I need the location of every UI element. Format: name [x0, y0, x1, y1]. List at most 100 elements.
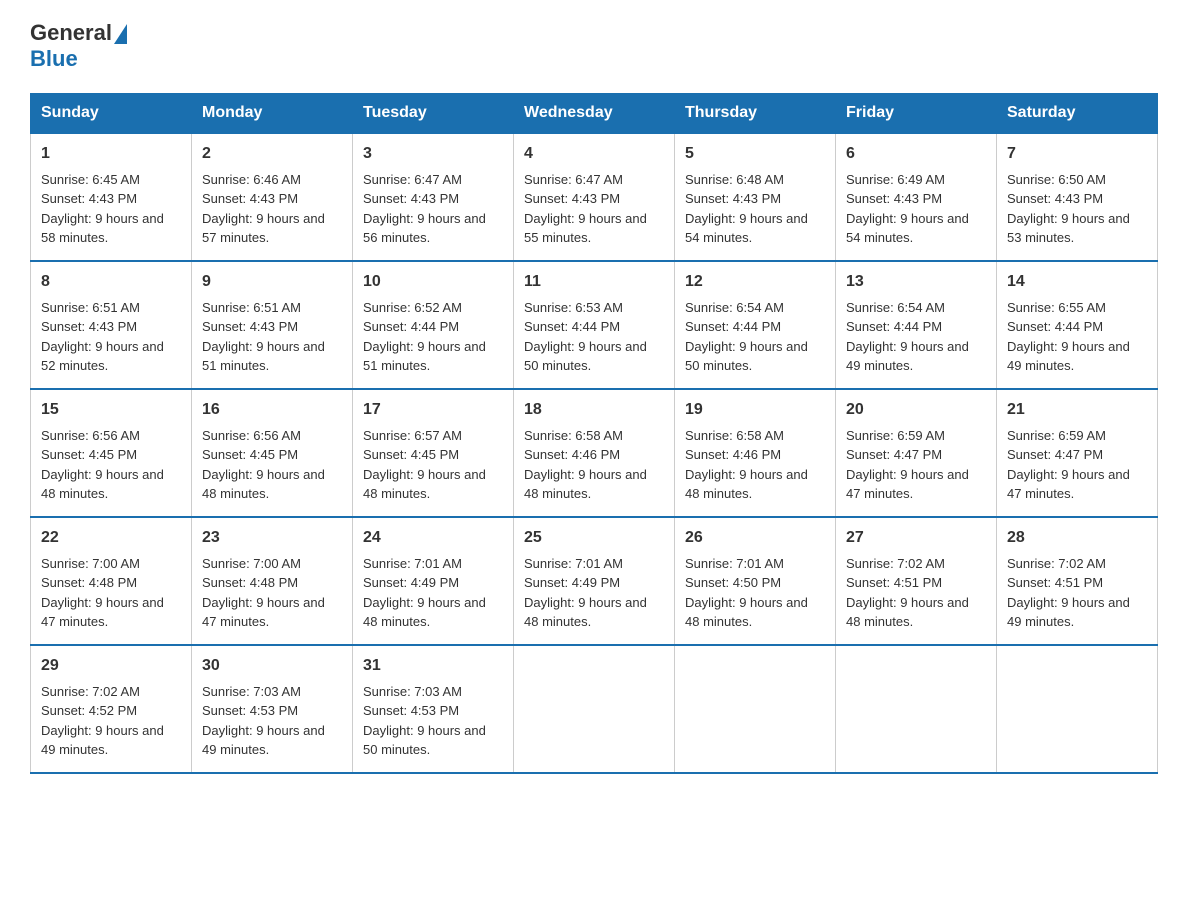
day-info: Sunrise: 7:01 AMSunset: 4:50 PMDaylight:…: [685, 556, 808, 630]
weekday-header-wednesday: Wednesday: [514, 93, 675, 133]
day-info: Sunrise: 6:45 AMSunset: 4:43 PMDaylight:…: [41, 172, 164, 246]
day-cell-5: 5Sunrise: 6:48 AMSunset: 4:43 PMDaylight…: [675, 133, 836, 261]
day-number: 26: [685, 526, 825, 550]
day-number: 9: [202, 270, 342, 294]
day-info: Sunrise: 6:58 AMSunset: 4:46 PMDaylight:…: [685, 428, 808, 502]
day-info: Sunrise: 6:59 AMSunset: 4:47 PMDaylight:…: [1007, 428, 1130, 502]
day-cell-4: 4 Sunrise: 6:47 AMSunset: 4:43 PMDaylight…: [514, 133, 675, 261]
logo-blue: Blue: [30, 46, 78, 71]
week-row-4: 22 Sunrise: 7:00 AMSunset: 4:48 PMDayligh…: [31, 517, 1158, 645]
logo-general: General: [30, 20, 112, 45]
day-number: 22: [41, 526, 181, 550]
day-number: 23: [202, 526, 342, 550]
day-cell-28: 28Sunrise: 7:02 AMSunset: 4:51 PMDayligh…: [997, 517, 1158, 645]
day-info: Sunrise: 6:52 AMSunset: 4:44 PMDaylight:…: [363, 300, 486, 374]
day-cell-2: 2 Sunrise: 6:46 AMSunset: 4:43 PMDaylight…: [192, 133, 353, 261]
week-row-2: 8 Sunrise: 6:51 AMSunset: 4:43 PMDaylight…: [31, 261, 1158, 389]
day-info: Sunrise: 6:53 AMSunset: 4:44 PMDaylight:…: [524, 300, 647, 374]
day-info: Sunrise: 6:51 AMSunset: 4:43 PMDaylight:…: [202, 300, 325, 374]
day-number: 17: [363, 398, 503, 422]
day-info: Sunrise: 6:47 AMSunset: 4:43 PMDaylight:…: [524, 172, 647, 246]
day-number: 12: [685, 270, 825, 294]
day-cell-29: 29 Sunrise: 7:02 AMSunset: 4:52 PMDayligh…: [31, 645, 192, 773]
day-number: 13: [846, 270, 986, 294]
day-number: 3: [363, 142, 503, 166]
day-number: 15: [41, 398, 181, 422]
weekday-header-friday: Friday: [836, 93, 997, 133]
day-number: 10: [363, 270, 503, 294]
day-number: 29: [41, 654, 181, 678]
weekday-header-thursday: Thursday: [675, 93, 836, 133]
day-info: Sunrise: 6:56 AMSunset: 4:45 PMDaylight:…: [202, 428, 325, 502]
day-number: 1: [41, 142, 181, 166]
day-info: Sunrise: 6:50 AMSunset: 4:43 PMDaylight:…: [1007, 172, 1130, 246]
day-cell-15: 15 Sunrise: 6:56 AMSunset: 4:45 PMDayligh…: [31, 389, 192, 517]
day-cell-26: 26 Sunrise: 7:01 AMSunset: 4:50 PMDayligh…: [675, 517, 836, 645]
day-number: 6: [846, 142, 986, 166]
day-info: Sunrise: 6:57 AMSunset: 4:45 PMDaylight:…: [363, 428, 486, 502]
day-cell-25: 25 Sunrise: 7:01 AMSunset: 4:49 PMDayligh…: [514, 517, 675, 645]
day-cell-11: 11Sunrise: 6:53 AMSunset: 4:44 PMDayligh…: [514, 261, 675, 389]
day-number: 18: [524, 398, 664, 422]
day-number: 25: [524, 526, 664, 550]
day-cell-14: 14 Sunrise: 6:55 AMSunset: 4:44 PMDayligh…: [997, 261, 1158, 389]
day-info: Sunrise: 6:56 AMSunset: 4:45 PMDaylight:…: [41, 428, 164, 502]
empty-cell: [836, 645, 997, 773]
day-number: 14: [1007, 270, 1147, 294]
week-row-3: 15 Sunrise: 6:56 AMSunset: 4:45 PMDayligh…: [31, 389, 1158, 517]
day-info: Sunrise: 6:47 AMSunset: 4:43 PMDaylight:…: [363, 172, 486, 246]
day-cell-23: 23 Sunrise: 7:00 AMSunset: 4:48 PMDayligh…: [192, 517, 353, 645]
day-info: Sunrise: 7:01 AMSunset: 4:49 PMDaylight:…: [524, 556, 647, 630]
day-cell-19: 19 Sunrise: 6:58 AMSunset: 4:46 PMDayligh…: [675, 389, 836, 517]
day-info: Sunrise: 6:49 AMSunset: 4:43 PMDaylight:…: [846, 172, 969, 246]
day-number: 8: [41, 270, 181, 294]
day-info: Sunrise: 7:02 AMSunset: 4:52 PMDaylight:…: [41, 684, 164, 758]
weekday-header-tuesday: Tuesday: [353, 93, 514, 133]
empty-cell: [514, 645, 675, 773]
day-number: 4: [524, 142, 664, 166]
empty-cell: [997, 645, 1158, 773]
day-info: Sunrise: 6:58 AMSunset: 4:46 PMDaylight:…: [524, 428, 647, 502]
day-number: 5: [685, 142, 825, 166]
day-cell-31: 31Sunrise: 7:03 AMSunset: 4:53 PMDayligh…: [353, 645, 514, 773]
day-cell-8: 8 Sunrise: 6:51 AMSunset: 4:43 PMDaylight…: [31, 261, 192, 389]
day-number: 24: [363, 526, 503, 550]
day-number: 28: [1007, 526, 1147, 550]
day-number: 19: [685, 398, 825, 422]
day-number: 27: [846, 526, 986, 550]
day-info: Sunrise: 7:00 AMSunset: 4:48 PMDaylight:…: [41, 556, 164, 630]
day-cell-16: 16Sunrise: 6:56 AMSunset: 4:45 PMDayligh…: [192, 389, 353, 517]
day-info: Sunrise: 6:55 AMSunset: 4:44 PMDaylight:…: [1007, 300, 1130, 374]
day-info: Sunrise: 7:00 AMSunset: 4:48 PMDaylight:…: [202, 556, 325, 630]
day-number: 2: [202, 142, 342, 166]
day-info: Sunrise: 6:54 AMSunset: 4:44 PMDaylight:…: [846, 300, 969, 374]
day-cell-7: 7 Sunrise: 6:50 AMSunset: 4:43 PMDaylight…: [997, 133, 1158, 261]
day-cell-27: 27 Sunrise: 7:02 AMSunset: 4:51 PMDayligh…: [836, 517, 997, 645]
week-row-5: 29 Sunrise: 7:02 AMSunset: 4:52 PMDayligh…: [31, 645, 1158, 773]
day-cell-13: 13 Sunrise: 6:54 AMSunset: 4:44 PMDayligh…: [836, 261, 997, 389]
day-info: Sunrise: 6:54 AMSunset: 4:44 PMDaylight:…: [685, 300, 808, 374]
day-info: Sunrise: 6:46 AMSunset: 4:43 PMDaylight:…: [202, 172, 325, 246]
weekday-header-saturday: Saturday: [997, 93, 1158, 133]
weekday-header-sunday: Sunday: [31, 93, 192, 133]
day-info: Sunrise: 7:02 AMSunset: 4:51 PMDaylight:…: [846, 556, 969, 630]
day-cell-9: 9 Sunrise: 6:51 AMSunset: 4:43 PMDaylight…: [192, 261, 353, 389]
day-info: Sunrise: 6:51 AMSunset: 4:43 PMDaylight:…: [41, 300, 164, 374]
day-cell-24: 24Sunrise: 7:01 AMSunset: 4:49 PMDayligh…: [353, 517, 514, 645]
day-number: 7: [1007, 142, 1147, 166]
day-info: Sunrise: 7:03 AMSunset: 4:53 PMDaylight:…: [202, 684, 325, 758]
day-cell-10: 10 Sunrise: 6:52 AMSunset: 4:44 PMDayligh…: [353, 261, 514, 389]
day-number: 30: [202, 654, 342, 678]
week-row-1: 1 Sunrise: 6:45 AMSunset: 4:43 PMDaylight…: [31, 133, 1158, 261]
day-cell-12: 12 Sunrise: 6:54 AMSunset: 4:44 PMDayligh…: [675, 261, 836, 389]
day-cell-1: 1 Sunrise: 6:45 AMSunset: 4:43 PMDaylight…: [31, 133, 192, 261]
day-cell-20: 20Sunrise: 6:59 AMSunset: 4:47 PMDayligh…: [836, 389, 997, 517]
day-number: 21: [1007, 398, 1147, 422]
day-cell-6: 6 Sunrise: 6:49 AMSunset: 4:43 PMDaylight…: [836, 133, 997, 261]
day-cell-18: 18 Sunrise: 6:58 AMSunset: 4:46 PMDayligh…: [514, 389, 675, 517]
day-cell-30: 30 Sunrise: 7:03 AMSunset: 4:53 PMDayligh…: [192, 645, 353, 773]
day-cell-21: 21 Sunrise: 6:59 AMSunset: 4:47 PMDayligh…: [997, 389, 1158, 517]
logo: General Blue: [30, 20, 127, 73]
weekday-header-monday: Monday: [192, 93, 353, 133]
day-cell-17: 17 Sunrise: 6:57 AMSunset: 4:45 PMDayligh…: [353, 389, 514, 517]
